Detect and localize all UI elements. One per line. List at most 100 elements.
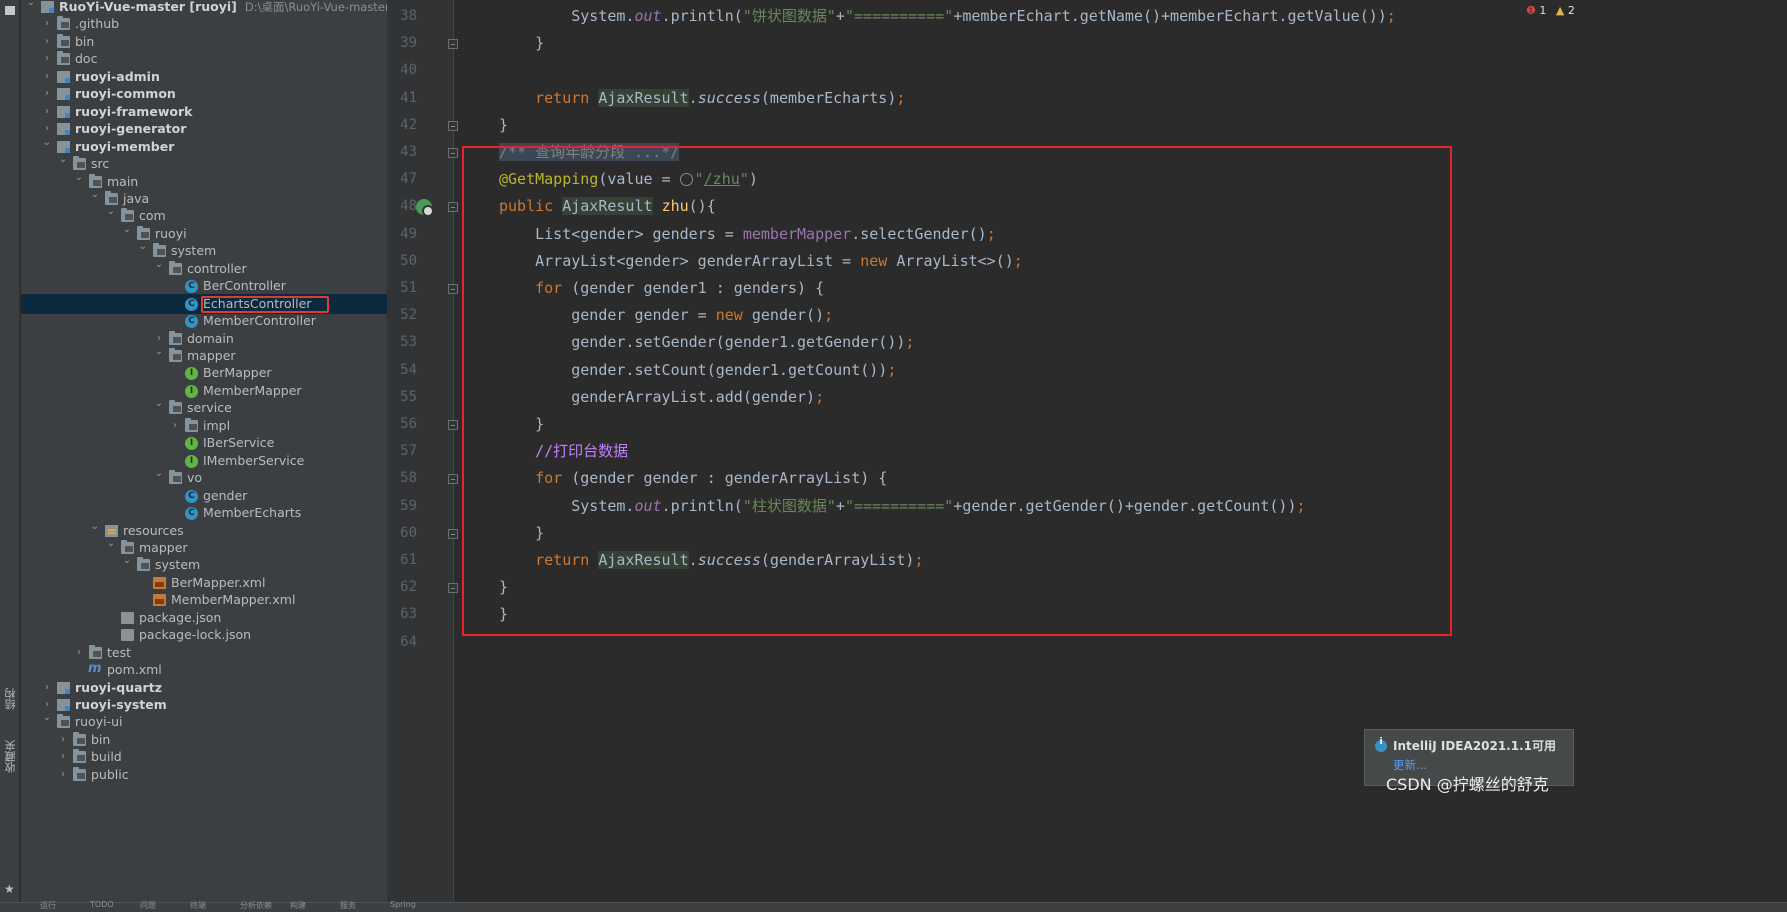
folder-icon — [57, 714, 70, 729]
chevron-down-icon[interactable]: ⌄ — [137, 237, 149, 257]
line-number: 55 — [400, 388, 417, 405]
chevron-down-icon[interactable]: ⌄ — [57, 150, 69, 170]
chevron-down-icon[interactable]: ⌄ — [121, 551, 133, 571]
folder-icon — [169, 260, 182, 275]
line-number: 49 — [400, 225, 417, 242]
module-folder-icon — [57, 699, 70, 711]
code-token: ; — [1386, 7, 1396, 25]
code-token: .println( — [661, 7, 743, 25]
chevron-down-icon[interactable]: ⌄ — [105, 202, 117, 222]
problems-indicator[interactable]: ❶ 1 ▲ 2 — [1526, 4, 1575, 17]
code-token: AjaxResult — [598, 88, 689, 107]
left-tool-stripe: 结构 收藏夹 ★ — [0, 0, 20, 912]
structure-tab[interactable]: 结构 — [3, 688, 19, 710]
line-number: 53 — [400, 334, 417, 351]
highlight-annotation-box — [462, 146, 1452, 636]
folder-icon — [169, 330, 182, 345]
code-line: } — [499, 30, 544, 57]
tool-window-tab[interactable]: 构建 — [290, 900, 306, 911]
line-number: 40 — [400, 62, 417, 79]
chevron-right-icon[interactable]: › — [57, 765, 69, 785]
tree-item[interactable]: › public — [21, 765, 440, 785]
folder-icon — [57, 51, 70, 66]
code-token: + — [835, 7, 845, 25]
line-number: 43 — [400, 144, 417, 160]
warning-icon: ▲ — [1555, 4, 1565, 17]
chevron-down-icon[interactable]: ⌄ — [89, 185, 101, 205]
tool-window-tab[interactable]: Spring — [390, 900, 416, 909]
code-token: return — [535, 88, 599, 107]
code-token: } — [499, 115, 509, 134]
line-number: 62 — [400, 579, 417, 596]
chevron-down-icon[interactable]: ⌄ — [105, 534, 117, 554]
xml-file-icon — [153, 594, 166, 607]
module-folder-icon — [41, 1, 54, 13]
code-line: } — [499, 112, 508, 139]
line-number: 63 — [400, 606, 417, 623]
module-folder-icon — [57, 681, 70, 694]
error-icon: ❶ — [1526, 4, 1536, 17]
line-number: 48 — [400, 198, 417, 215]
line-number: 59 — [400, 497, 417, 514]
chevron-down-icon[interactable]: ⌄ — [41, 708, 53, 728]
line-number: 64 — [400, 633, 417, 650]
folder-icon — [169, 400, 182, 415]
tool-window-tab[interactable]: 服务 — [340, 900, 356, 911]
interface-icon — [185, 451, 198, 471]
chevron-down-icon[interactable]: ⌄ — [153, 464, 165, 484]
code-token: (memberEcharts) — [760, 88, 897, 107]
spring-endpoint-icon[interactable] — [416, 199, 434, 217]
code-line: return AjaxResult.success(memberEcharts)… — [499, 85, 905, 112]
class-icon — [185, 311, 198, 331]
chevron-down-icon[interactable]: ⌄ — [121, 220, 133, 240]
star-icon[interactable]: ★ — [4, 882, 15, 896]
chevron-down-icon[interactable]: ⌄ — [25, 0, 37, 13]
chevron-down-icon[interactable]: ⌄ — [73, 168, 85, 188]
code-token: "饼状图数据" — [742, 7, 836, 25]
line-number: 60 — [400, 524, 417, 541]
error-count: 1 — [1539, 4, 1547, 17]
code-token: System. — [499, 7, 635, 25]
info-icon — [1375, 737, 1387, 752]
interface-icon — [185, 363, 198, 383]
class-icon — [185, 503, 198, 523]
folder-icon — [57, 33, 70, 48]
warning-count: 2 — [1567, 4, 1575, 17]
xml-file-icon — [153, 576, 166, 589]
chevron-down-icon[interactable]: ⌄ — [153, 394, 165, 414]
chevron-down-icon[interactable]: ⌄ — [41, 133, 53, 153]
code-token: ; — [896, 88, 906, 107]
line-number: 57 — [400, 443, 417, 460]
tool-window-tab[interactable]: 分析依赖 — [240, 900, 272, 911]
code-token: +memberEchart.getName()+memberEchart.get… — [953, 7, 1387, 25]
watermark: CSDN @拧螺丝的舒克 — [1386, 775, 1549, 794]
tool-window-tab[interactable]: 终端 — [190, 900, 206, 911]
folder-icon — [137, 557, 150, 572]
code-token: success — [697, 88, 761, 107]
line-number: 41 — [400, 89, 417, 106]
line-number: 50 — [400, 252, 417, 269]
interface-icon — [185, 381, 198, 401]
favorites-tab[interactable]: 收藏夹 — [3, 740, 19, 773]
code-token: . — [688, 88, 698, 107]
chevron-down-icon[interactable]: ⌄ — [153, 255, 165, 275]
code-token: "==========" — [844, 7, 954, 25]
bottom-tool-bar: 运行 TODO 问题 终端 分析依赖 构建 服务 Spring — [0, 900, 1787, 912]
folder-icon — [57, 16, 70, 31]
chevron-down-icon[interactable]: ⌄ — [89, 517, 101, 537]
json-file-icon — [121, 611, 134, 624]
folder-icon — [73, 731, 86, 746]
json-file-icon — [121, 629, 134, 642]
chevron-down-icon[interactable]: ⌄ — [153, 342, 165, 362]
line-number: 56 — [400, 416, 417, 432]
tool-window-tab[interactable]: TODO — [90, 900, 114, 909]
project-tool-icon[interactable] — [5, 6, 15, 15]
module-folder-icon — [57, 123, 70, 136]
tree-item-label: public — [91, 766, 129, 782]
tool-window-tab[interactable]: 问题 — [140, 900, 156, 911]
line-number: 51 — [400, 280, 417, 296]
tool-window-tab[interactable]: 运行 — [40, 900, 56, 911]
interface-icon — [185, 433, 198, 453]
folder-icon — [185, 417, 198, 432]
